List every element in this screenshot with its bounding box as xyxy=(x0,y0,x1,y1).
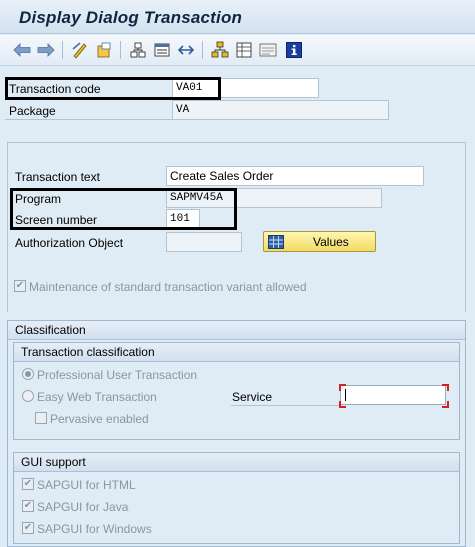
sapgui-html-label: SAPGUI for HTML xyxy=(37,478,136,492)
professional-radio[interactable] xyxy=(22,368,34,380)
service-label: Service xyxy=(232,390,273,404)
pervasive-label: Pervasive enabled xyxy=(50,412,149,426)
toolbar-separator xyxy=(202,41,203,59)
display-change-icon[interactable] xyxy=(70,40,90,60)
pervasive-checkbox[interactable] xyxy=(35,412,47,424)
display-object-icon[interactable] xyxy=(152,40,172,60)
transaction-code-label: Transaction code xyxy=(9,82,101,96)
back-arrow-icon[interactable] xyxy=(12,40,32,60)
values-button-label: Values xyxy=(313,234,349,249)
package-field[interactable]: VA xyxy=(172,100,389,120)
gui-support-title: GUI support xyxy=(14,453,459,472)
sapgui-windows-label: SAPGUI for Windows xyxy=(37,522,152,536)
service-field[interactable] xyxy=(340,385,446,405)
window-title: Display Dialog Transaction xyxy=(19,8,243,27)
navigation-icon[interactable] xyxy=(176,40,196,60)
professional-label: Professional User Transaction xyxy=(37,368,198,382)
maintenance-checkbox[interactable]: ✔ xyxy=(14,280,26,292)
other-object-icon[interactable] xyxy=(94,40,114,60)
transaction-code-field[interactable]: VA01 xyxy=(172,78,319,98)
screen-number-field[interactable]: 101 xyxy=(166,209,200,229)
required-marker xyxy=(339,401,346,408)
authorization-object-label: Authorization Object xyxy=(15,236,124,250)
layout-icon[interactable] xyxy=(258,40,278,60)
forward-arrow-icon[interactable] xyxy=(36,40,56,60)
easy-web-radio[interactable] xyxy=(22,390,34,402)
info-icon[interactable] xyxy=(284,40,304,60)
toolbar-separator xyxy=(120,41,121,59)
toolbar-separator xyxy=(62,41,63,59)
transaction-text-label: Transaction text xyxy=(15,170,100,184)
required-marker xyxy=(339,384,346,391)
where-used-icon[interactable] xyxy=(234,40,254,60)
details-right-border xyxy=(465,142,466,312)
screen-number-label: Screen number xyxy=(15,213,98,227)
sapgui-java-label: SAPGUI for Java xyxy=(37,500,129,514)
title-bar: Display Dialog Transaction xyxy=(0,0,475,34)
package-underline xyxy=(5,119,172,120)
transaction-text-field[interactable]: Create Sales Order xyxy=(166,166,424,186)
values-button[interactable]: Values xyxy=(263,231,376,252)
hierarchy-icon[interactable] xyxy=(210,40,230,60)
sapgui-java-checkbox[interactable]: ✔ xyxy=(22,500,34,512)
maintenance-label: Maintenance of standard transaction vari… xyxy=(29,280,307,294)
required-marker xyxy=(442,401,449,408)
program-label: Program xyxy=(15,192,62,206)
values-table-icon xyxy=(268,234,284,249)
object-list-icon[interactable] xyxy=(128,40,148,60)
application-toolbar xyxy=(0,35,475,66)
transaction-classification-title: Transaction classification xyxy=(14,343,459,362)
details-left-border xyxy=(7,142,8,312)
service-underline xyxy=(231,405,339,406)
easy-web-label: Easy Web Transaction xyxy=(37,390,157,404)
sapgui-windows-checkbox[interactable]: ✔ xyxy=(22,522,34,534)
details-top-border xyxy=(7,142,466,143)
program-field[interactable]: SAPMV45A xyxy=(166,188,382,208)
sapgui-html-checkbox[interactable]: ✔ xyxy=(22,478,34,490)
package-label: Package xyxy=(9,104,56,118)
required-marker xyxy=(442,384,449,391)
classification-title: Classification xyxy=(8,321,465,340)
authorization-object-field[interactable] xyxy=(166,232,242,252)
